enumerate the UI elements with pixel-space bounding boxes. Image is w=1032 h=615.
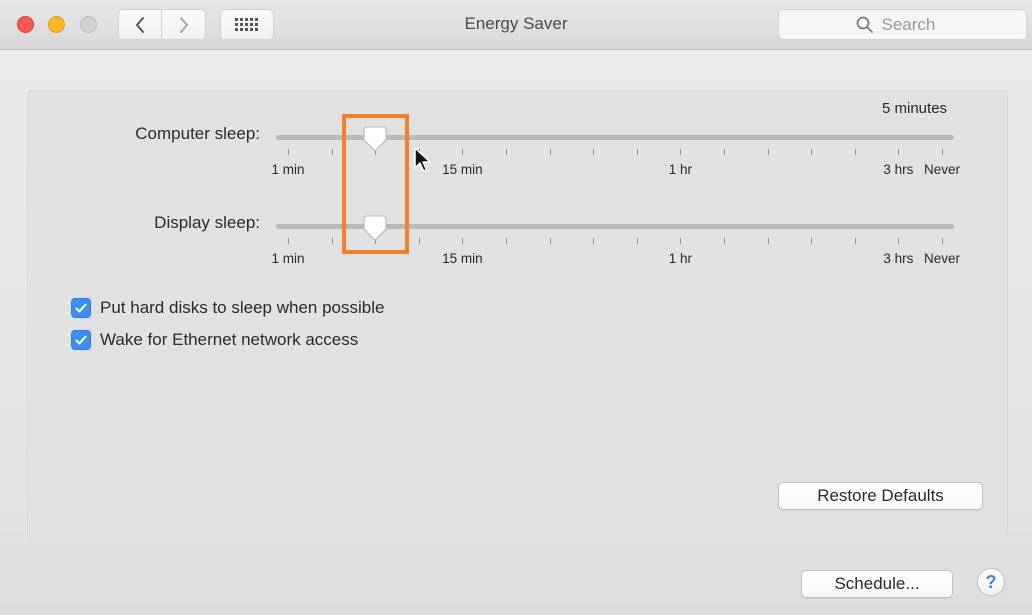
slider-tick	[418, 238, 420, 244]
search-field[interactable]	[778, 9, 1027, 40]
slider-tick	[549, 149, 551, 155]
search-icon	[856, 16, 873, 33]
zoom-window-button[interactable]	[80, 16, 97, 33]
help-button[interactable]: ?	[977, 568, 1005, 596]
slider-tick	[331, 238, 333, 244]
slider-tick	[636, 238, 638, 244]
checkmark-icon	[75, 335, 87, 345]
display-sleep-label: Display sleep:	[154, 213, 260, 232]
slider-tick	[724, 149, 725, 155]
restore-defaults-button[interactable]: Restore Defaults	[778, 482, 983, 510]
slider-tick	[942, 238, 943, 244]
hard-disk-sleep-option[interactable]: Put hard disks to sleep when possible	[71, 298, 384, 318]
slider-tick	[854, 238, 856, 244]
hard-disk-sleep-label: Put hard disks to sleep when possible	[100, 298, 385, 317]
slider-tick-label: 15 min	[442, 251, 483, 266]
slider-tick-label: 1 hr	[668, 162, 693, 177]
slider-tick	[506, 238, 507, 244]
slider-thumb[interactable]	[361, 125, 389, 153]
show-all-button[interactable]	[220, 9, 274, 40]
search-input[interactable]	[881, 14, 950, 35]
slider-tick	[636, 149, 638, 155]
slider-tick	[288, 149, 289, 155]
slider-tick	[593, 149, 595, 155]
chevron-left-icon	[136, 16, 144, 33]
slider-tick	[767, 149, 769, 155]
checkmark-icon	[75, 303, 87, 313]
schedule-button[interactable]: Schedule...	[801, 570, 953, 598]
slider-tick-label: 1 hr	[668, 251, 693, 266]
help-icon: ?	[985, 571, 997, 592]
slider-tick	[811, 238, 813, 244]
slider-tick	[418, 149, 420, 155]
title-bar: Energy Saver	[0, 0, 1032, 50]
slider-tick	[724, 238, 725, 244]
wake-ethernet-checkbox[interactable]	[71, 330, 91, 350]
slider-tick	[680, 149, 682, 155]
sleep-value-readout: 5 minutes	[882, 100, 948, 117]
chevron-right-icon	[179, 16, 188, 33]
show-all-grid-icon	[235, 17, 258, 31]
slider-tick	[898, 149, 900, 155]
slider-tick	[854, 149, 856, 155]
slider-tick	[549, 238, 551, 244]
forward-button[interactable]	[162, 9, 206, 40]
slider-tick-label: 3 hrs	[883, 251, 914, 266]
wake-ethernet-option[interactable]: Wake for Ethernet network access	[71, 330, 358, 350]
slider-tick	[942, 149, 943, 155]
slider-tick	[462, 149, 464, 155]
slider-tick	[593, 238, 595, 244]
slider-tick-label: Never	[923, 251, 961, 266]
slider-tick	[898, 238, 900, 244]
slider-tick	[331, 149, 333, 155]
computer-sleep-slider[interactable]: 1 min 15 min 1 hr 3 hrs Never	[271, 126, 960, 195]
slider-thumb[interactable]	[361, 214, 389, 242]
slider-tick-label: 1 min	[271, 162, 305, 177]
slider-tick-label: 15 min	[442, 162, 483, 177]
slider-tick-label: 1 min	[271, 251, 305, 266]
slider-tick	[680, 238, 682, 244]
slider-tick	[506, 149, 507, 155]
slider-tick	[811, 149, 813, 155]
display-sleep-slider[interactable]: 1 min 15 min 1 hr 3 hrs Never	[271, 215, 960, 284]
minimize-window-button[interactable]	[48, 16, 65, 33]
slider-tick	[767, 238, 769, 244]
slider-tick	[462, 238, 464, 244]
hard-disk-sleep-checkbox[interactable]	[71, 298, 91, 318]
navigation-buttons	[118, 9, 206, 40]
close-window-button[interactable]	[17, 16, 34, 33]
back-button[interactable]	[118, 9, 162, 40]
computer-sleep-label: Computer sleep:	[135, 124, 260, 143]
slider-tick-label: Never	[923, 162, 961, 177]
wake-ethernet-label: Wake for Ethernet network access	[100, 330, 359, 349]
slider-tick	[288, 238, 289, 244]
slider-tick-label: 3 hrs	[883, 162, 914, 177]
